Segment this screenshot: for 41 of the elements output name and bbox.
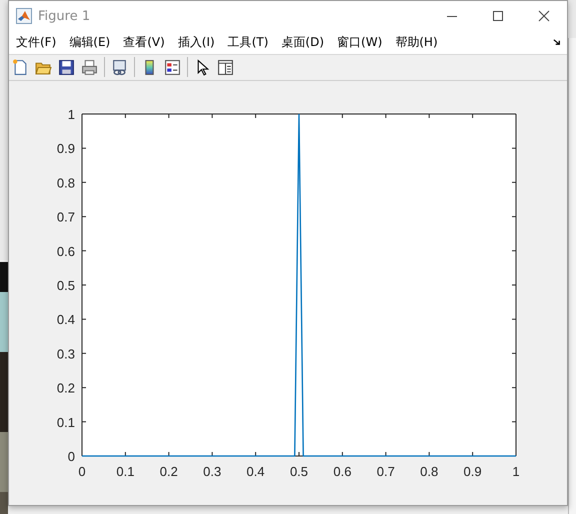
legend-icon[interactable] [164, 58, 181, 76]
menu-item[interactable]: 编辑(E) [69, 34, 110, 51]
x-tick-label: 0.2 [160, 464, 178, 479]
new-file-icon[interactable] [12, 58, 29, 76]
property-editor-icon[interactable] [217, 58, 234, 76]
menu-item[interactable]: 窗口(W) [337, 34, 382, 51]
x-tick-label: 0.8 [420, 464, 438, 479]
peak-logo-icon [16, 8, 32, 24]
menu-item[interactable]: 文件(F) [16, 34, 56, 51]
y-tick-label: 0.3 [56, 346, 75, 362]
y-tick-label: 0.5 [56, 278, 75, 293]
printer-icon[interactable] [81, 58, 98, 76]
x-tick-label: 0.6 [333, 464, 352, 479]
menu-item[interactable]: 查看(V) [123, 34, 165, 51]
y-tick-label: 1 [68, 107, 75, 122]
menu-item[interactable]: 工具(T) [228, 34, 268, 51]
dock-arrow-icon[interactable] [553, 38, 562, 47]
y-tick-label: 0.1 [56, 414, 75, 430]
y-tick-label: 0.2 [56, 380, 75, 396]
y-tick-label: 0 [68, 449, 75, 464]
close-icon [538, 10, 550, 22]
x-tick-label: 0.1 [116, 464, 134, 479]
x-tick-label: 0.4 [246, 464, 265, 479]
x-tick-label: 0.9 [464, 464, 482, 479]
x-tick-label: 0.3 [203, 464, 222, 479]
x-tick-label: 1 [512, 464, 520, 479]
x-tick-label: 0 [78, 464, 86, 479]
y-tick-label: 0.8 [56, 175, 75, 190]
menu-item[interactable]: 帮助(H) [395, 34, 438, 51]
window-title: Figure 1 [38, 8, 90, 24]
save-icon[interactable] [58, 58, 75, 76]
menu-item[interactable]: 桌面(D) [281, 34, 324, 51]
y-tick-label: 0.9 [56, 141, 75, 156]
y-tick-label: 0.6 [56, 244, 75, 259]
menu-item[interactable]: 插入(I) [178, 34, 215, 51]
x-tick-label: 0.5 [290, 464, 308, 479]
maximize-icon [492, 10, 504, 22]
linked-windows-icon[interactable] [111, 58, 128, 76]
y-tick-label: 0.7 [56, 210, 75, 225]
x-tick-label: 0.7 [376, 464, 395, 479]
y-tick-label: 0.4 [56, 312, 75, 328]
